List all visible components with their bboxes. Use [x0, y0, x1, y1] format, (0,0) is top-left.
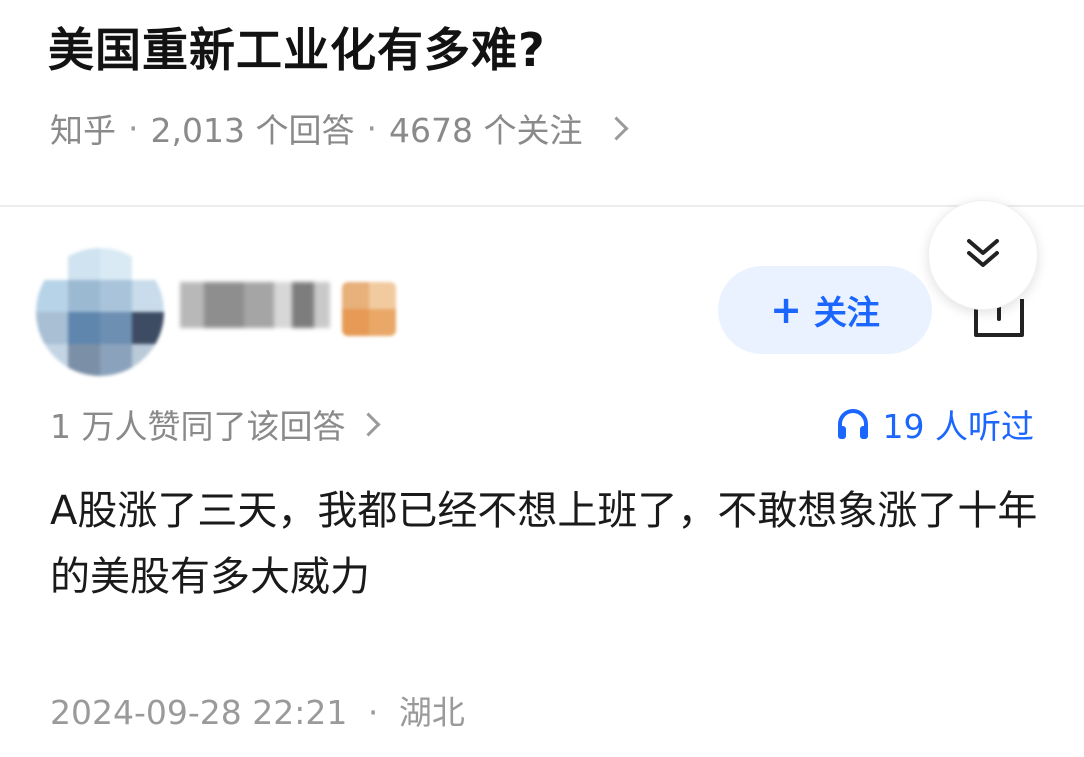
answer-count: 2,013 个回答 [150, 111, 355, 150]
separator-dot: · [367, 693, 379, 732]
follow-button[interactable]: + 关注 [718, 266, 932, 354]
author-badge [342, 282, 396, 336]
question-title[interactable]: 美国重新工业化有多难? [48, 14, 546, 80]
collapse-button[interactable] [928, 200, 1038, 310]
avatar[interactable] [36, 248, 164, 376]
location: 湖北 [398, 693, 465, 732]
agree-count: 1 万人赞同了该回答 [50, 407, 346, 446]
separator-dot: · [366, 108, 377, 148]
chevron-right-icon [604, 115, 629, 141]
answer-content[interactable]: A股涨了三天，我都已经不想上班了，不敢想象涨了十年的美股有多大威力 [50, 478, 1040, 610]
question-meta[interactable]: 知乎 · 2,013 个回答 · 4678 个关注 [50, 104, 629, 152]
agree-count-link[interactable]: 1 万人赞同了该回答 [50, 400, 381, 448]
headphones-icon [837, 409, 868, 439]
section-divider [0, 205, 1084, 207]
listen-button[interactable]: 19 人听过 [835, 400, 1034, 448]
answer-meta: 2024-09-28 22:21 · 湖北 [50, 686, 465, 734]
plus-icon: + [770, 288, 802, 332]
separator-dot: · [128, 108, 139, 148]
listen-count: 19 人听过 [882, 407, 1034, 446]
follower-count: 4678 个关注 [388, 111, 583, 150]
double-chevron-down-icon [967, 239, 999, 267]
follow-label: 关注 [813, 293, 880, 332]
author-name-redacted[interactable] [180, 282, 330, 328]
timestamp: 2024-09-28 22:21 [50, 693, 348, 732]
source-name: 知乎 [50, 111, 116, 150]
chevron-right-icon [355, 411, 381, 437]
